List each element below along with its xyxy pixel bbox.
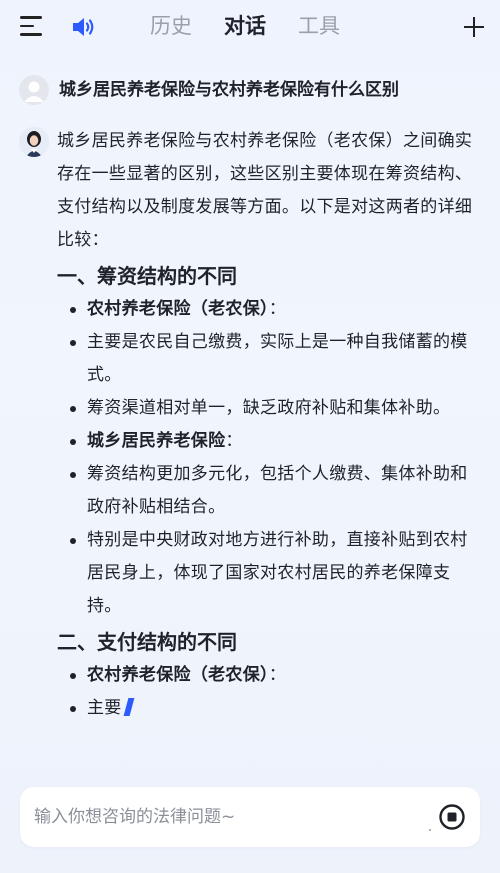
list-item-text: 筹资渠道相对单一，缺乏政府补贴和集体补助。 (87, 398, 451, 418)
tab-history[interactable]: 历史 (150, 10, 192, 42)
list-item-bold: 农村养老保险（老农保） (87, 299, 269, 319)
list-item: 筹资结构更加多元化，包括个人缴费、集体补助和政府补贴相结合。 (57, 458, 482, 524)
list-item-text: 主要 (87, 698, 122, 718)
list-item-suffix: ： (268, 665, 287, 685)
user-avatar (19, 75, 49, 105)
chat-input[interactable]: 输入你想咨询的法律问题~ (20, 787, 480, 847)
tab-tools[interactable]: 工具 (298, 10, 340, 42)
list-item: 特别是中央财政对地方进行补助，直接补贴到农村居民身上，体现了国家对农村居民的养老… (57, 524, 482, 623)
user-message: 城乡居民养老保险与农村养老保险有什么区别 (19, 74, 489, 106)
section-list: 农村养老保险（老农保）： 主要是农民自己缴费，实际上是一种自我储蓄的模式。 筹资… (57, 293, 482, 623)
list-item-bold: 农村养老保险（老农保） (87, 665, 269, 685)
list-item: 主要 (57, 692, 482, 725)
list-item: 筹资渠道相对单一，缺乏政府补贴和集体补助。 (57, 392, 482, 425)
section-list: 农村养老保险（老农保）： 主要 (57, 659, 482, 725)
plus-icon[interactable] (463, 16, 485, 38)
menu-icon[interactable] (20, 16, 44, 36)
stop-icon[interactable] (438, 803, 466, 831)
list-item-text: 特别是中央财政对地方进行补助，直接补贴到农村居民身上，体现了国家对农村居民的养老… (87, 530, 468, 616)
tab-chat[interactable]: 对话 (224, 10, 266, 42)
list-item-bold: 城乡居民养老保险 (87, 431, 226, 451)
list-item: 城乡居民养老保险： (57, 425, 482, 458)
list-item-suffix: ： (268, 299, 287, 319)
section-heading: 一、筹资结构的不同 (57, 264, 237, 288)
list-item-text: 筹资结构更加多元化，包括个人缴费、集体补助和政府补贴相结合。 (87, 464, 468, 517)
list-item: 主要是农民自己缴费，实际上是一种自我储蓄的模式。 (57, 326, 482, 392)
list-item-text: 主要是农民自己缴费，实际上是一种自我储蓄的模式。 (87, 332, 468, 385)
ai-answer: 城乡居民养老保险与农村养老保险（老农保）之间确实存在一些显著的区别，这些区别主要… (57, 125, 482, 725)
decorative-dot (429, 829, 431, 831)
input-placeholder[interactable]: 输入你想咨询的法律问题~ (34, 787, 235, 847)
section-heading: 二、支付结构的不同 (57, 630, 237, 654)
list-item-suffix: ： (225, 431, 243, 451)
answer-intro: 城乡居民养老保险与农村养老保险（老农保）之间确实存在一些显著的区别，这些区别主要… (57, 131, 473, 250)
question-text: 城乡居民养老保险与农村养老保险有什么区别 (59, 80, 399, 100)
typing-cursor (123, 698, 135, 716)
tab-bar: 历史 对话 工具 (150, 10, 372, 42)
list-item: 农村养老保险（老农保）： (57, 293, 482, 326)
top-bar: 历史 对话 工具 (0, 0, 500, 54)
ai-avatar (19, 127, 49, 157)
speaker-icon[interactable] (70, 14, 98, 40)
list-item: 农村养老保险（老农保）： (57, 659, 482, 692)
